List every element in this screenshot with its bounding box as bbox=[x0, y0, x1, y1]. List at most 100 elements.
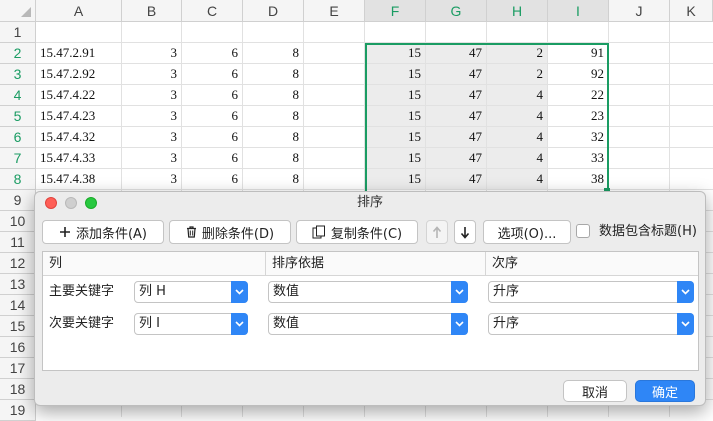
col-header-c[interactable]: C bbox=[182, 0, 243, 22]
primary-sort-on-select[interactable]: 数值 bbox=[268, 281, 468, 303]
ok-button[interactable]: 确定 bbox=[635, 380, 695, 402]
row-header-18[interactable]: 18 bbox=[0, 379, 36, 400]
row-header-5[interactable]: 5 bbox=[0, 106, 36, 127]
zoom-window-button[interactable] bbox=[85, 197, 97, 209]
table-cell[interactable]: 4 bbox=[487, 127, 548, 148]
minimize-window-button[interactable] bbox=[65, 197, 77, 209]
table-cell[interactable]: 6 bbox=[182, 43, 243, 64]
secondary-sort-on-select[interactable]: 数值 bbox=[268, 313, 468, 335]
table-cell[interactable]: 47 bbox=[426, 169, 487, 190]
table-cell[interactable]: 6 bbox=[182, 85, 243, 106]
table-cell[interactable]: 3 bbox=[122, 106, 182, 127]
table-cell[interactable]: 47 bbox=[426, 127, 487, 148]
row-header-10[interactable]: 10 bbox=[0, 211, 36, 232]
table-cell[interactable]: 3 bbox=[122, 127, 182, 148]
table-cell[interactable]: 3 bbox=[122, 169, 182, 190]
row-header-13[interactable]: 13 bbox=[0, 274, 36, 295]
table-cell[interactable]: 15 bbox=[365, 43, 426, 64]
row-header-7[interactable]: 7 bbox=[0, 148, 36, 169]
row-header-2[interactable]: 2 bbox=[0, 43, 36, 64]
row-header-9[interactable]: 9 bbox=[0, 190, 36, 211]
col-header-g[interactable]: G bbox=[426, 0, 487, 22]
table-cell[interactable]: 3 bbox=[122, 148, 182, 169]
table-cell[interactable]: 47 bbox=[426, 148, 487, 169]
table-cell[interactable]: 15.47.4.32 bbox=[36, 127, 122, 148]
row-header-17[interactable]: 17 bbox=[0, 358, 36, 379]
table-cell[interactable]: 15.47.4.33 bbox=[36, 148, 122, 169]
row-header-11[interactable]: 11 bbox=[0, 232, 36, 253]
delete-condition-button[interactable]: 删除条件(D) bbox=[169, 220, 291, 244]
table-cell[interactable]: 6 bbox=[182, 106, 243, 127]
table-cell[interactable]: 32 bbox=[548, 127, 609, 148]
row-header-6[interactable]: 6 bbox=[0, 127, 36, 148]
primary-column-select[interactable]: 列 H bbox=[134, 281, 248, 303]
move-down-button[interactable] bbox=[454, 220, 476, 244]
table-cell[interactable]: 6 bbox=[182, 64, 243, 85]
table-cell[interactable]: 15 bbox=[365, 85, 426, 106]
table-cell[interactable]: 4 bbox=[487, 148, 548, 169]
col-header-d[interactable]: D bbox=[243, 0, 304, 22]
table-cell[interactable]: 15 bbox=[365, 169, 426, 190]
table-cell[interactable]: 2 bbox=[487, 64, 548, 85]
col-header-h[interactable]: H bbox=[487, 0, 548, 22]
table-cell[interactable]: 8 bbox=[243, 148, 304, 169]
close-window-button[interactable] bbox=[45, 197, 57, 209]
secondary-order-select[interactable]: 升序 bbox=[488, 313, 694, 335]
table-cell[interactable]: 4 bbox=[487, 169, 548, 190]
col-header-e[interactable]: E bbox=[304, 0, 365, 22]
table-cell[interactable]: 3 bbox=[122, 64, 182, 85]
table-cell[interactable]: 15 bbox=[365, 127, 426, 148]
table-cell[interactable]: 8 bbox=[243, 106, 304, 127]
select-all-corner[interactable] bbox=[0, 0, 36, 22]
move-up-button[interactable] bbox=[426, 220, 448, 244]
table-cell[interactable]: 15.47.4.38 bbox=[36, 169, 122, 190]
table-cell[interactable]: 4 bbox=[487, 106, 548, 127]
table-cell[interactable]: 91 bbox=[548, 43, 609, 64]
table-cell[interactable]: 8 bbox=[243, 43, 304, 64]
row-header-4[interactable]: 4 bbox=[0, 85, 36, 106]
table-cell[interactable]: 2 bbox=[487, 43, 548, 64]
row-header-19[interactable]: 19 bbox=[0, 400, 36, 421]
header-checkbox[interactable] bbox=[576, 224, 590, 238]
table-cell[interactable]: 8 bbox=[243, 85, 304, 106]
table-cell[interactable]: 15 bbox=[365, 106, 426, 127]
copy-condition-button[interactable]: 复制条件(C) bbox=[296, 220, 418, 244]
table-cell[interactable]: 8 bbox=[243, 127, 304, 148]
table-cell[interactable]: 22 bbox=[548, 85, 609, 106]
cancel-button[interactable]: 取消 bbox=[563, 380, 627, 402]
table-cell[interactable]: 3 bbox=[122, 85, 182, 106]
table-cell[interactable]: 47 bbox=[426, 85, 487, 106]
table-cell[interactable]: 6 bbox=[182, 148, 243, 169]
table-cell[interactable]: 4 bbox=[487, 85, 548, 106]
options-button[interactable]: 选项(O)... bbox=[483, 220, 571, 244]
table-cell[interactable]: 15.47.4.22 bbox=[36, 85, 122, 106]
table-cell[interactable]: 38 bbox=[548, 169, 609, 190]
table-cell[interactable]: 15.47.2.91 bbox=[36, 43, 122, 64]
table-cell[interactable]: 15 bbox=[365, 64, 426, 85]
table-cell[interactable]: 15 bbox=[365, 148, 426, 169]
table-cell[interactable]: 92 bbox=[548, 64, 609, 85]
row-header-14[interactable]: 14 bbox=[0, 295, 36, 316]
table-cell[interactable]: 6 bbox=[182, 169, 243, 190]
col-header-b[interactable]: B bbox=[122, 0, 182, 22]
table-cell[interactable]: 8 bbox=[243, 169, 304, 190]
table-cell[interactable]: 3 bbox=[122, 43, 182, 64]
table-cell[interactable]: 15.47.4.23 bbox=[36, 106, 122, 127]
row-header-8[interactable]: 8 bbox=[0, 169, 36, 190]
col-header-i[interactable]: I bbox=[548, 0, 609, 22]
table-cell[interactable]: 6 bbox=[182, 127, 243, 148]
primary-order-select[interactable]: 升序 bbox=[488, 281, 694, 303]
col-header-a[interactable]: A bbox=[36, 0, 122, 22]
secondary-column-select[interactable]: 列 I bbox=[134, 313, 248, 335]
row-header-12[interactable]: 12 bbox=[0, 253, 36, 274]
col-header-j[interactable]: J bbox=[609, 0, 670, 22]
add-condition-button[interactable]: 添加条件(A) bbox=[42, 220, 164, 244]
table-cell[interactable]: 33 bbox=[548, 148, 609, 169]
row-header-16[interactable]: 16 bbox=[0, 337, 36, 358]
row-header-3[interactable]: 3 bbox=[0, 64, 36, 85]
table-cell[interactable]: 23 bbox=[548, 106, 609, 127]
table-cell[interactable]: 47 bbox=[426, 64, 487, 85]
table-cell[interactable]: 8 bbox=[243, 64, 304, 85]
table-cell[interactable]: 15.47.2.92 bbox=[36, 64, 122, 85]
table-cell[interactable]: 47 bbox=[426, 43, 487, 64]
